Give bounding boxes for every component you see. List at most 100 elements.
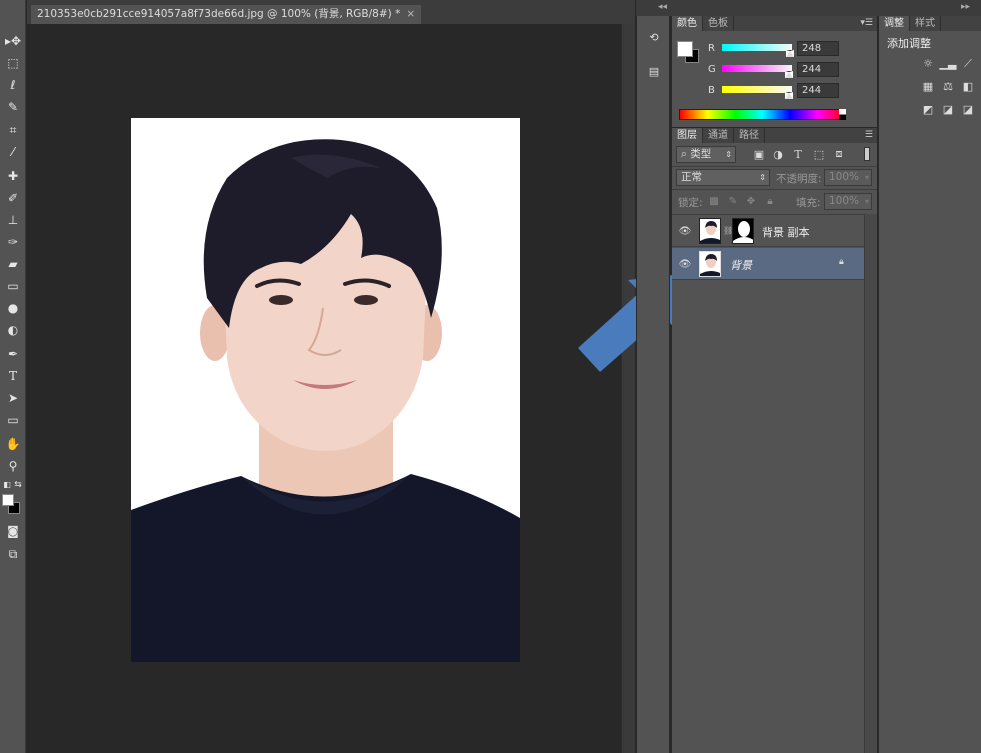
layers-scrollbar[interactable] xyxy=(864,214,877,753)
channel-value-input[interactable]: 244 xyxy=(797,83,839,98)
visibility-eye-icon[interactable]: 👁︎ xyxy=(678,224,692,238)
filter-toggle-switch[interactable] xyxy=(864,147,870,161)
channel-label: B xyxy=(708,85,715,96)
layer-row-background-copy[interactable]: 👁︎ ⛓ 背景 副本 xyxy=(672,215,864,247)
threshold-icon[interactable]: ◪ xyxy=(941,103,955,116)
path-select-tool-icon[interactable]: ➤ xyxy=(3,389,23,407)
blend-mode-value: 正常 xyxy=(681,171,702,183)
channel-slider-thumb[interactable] xyxy=(785,92,794,99)
lasso-tool-icon[interactable]: ℓ xyxy=(3,76,23,94)
color-spectrum-bar[interactable] xyxy=(679,109,846,120)
brush-tool-icon[interactable]: ✐ xyxy=(3,189,23,207)
adjustments-panel: 调整 样式 添加调整 ☼ ▁▃ ⟋ ▦ ⚖ ◧ ◩ ◪ ◪ xyxy=(878,16,981,753)
layer-mask-thumbnail[interactable] xyxy=(732,218,754,244)
channel-slider-thumb[interactable] xyxy=(785,71,794,78)
channel-slider-thumb[interactable] xyxy=(785,50,794,57)
properties-panel-icon[interactable]: ▤ xyxy=(645,62,663,80)
lock-pixels-icon[interactable]: ✎ xyxy=(726,194,740,208)
type-tool-icon[interactable]: T xyxy=(3,367,23,385)
tab-paths[interactable]: 路径 xyxy=(734,128,765,143)
document-title: 210353e0cb291cce914057a8f73de66d.jpg @ 1… xyxy=(37,8,401,20)
panel-menu-icon[interactable]: ▾☰ xyxy=(860,16,873,31)
dodge-tool-icon[interactable]: ◐ xyxy=(3,321,23,339)
tab-styles[interactable]: 样式 xyxy=(910,16,941,31)
adjustment-filter-icon[interactable]: ◑ xyxy=(771,147,785,161)
tab-adjustments[interactable]: 调整 xyxy=(879,16,910,31)
gradient-tool-icon[interactable]: ▭ xyxy=(3,277,23,295)
posterize-icon[interactable]: ◩ xyxy=(921,103,935,116)
expand-dock-icon[interactable]: ▸▸ xyxy=(961,2,970,12)
screen-mode-icon[interactable]: ⧉ xyxy=(3,545,23,563)
hue-saturation-icon[interactable]: ⚖ xyxy=(941,80,955,93)
close-icon[interactable]: × xyxy=(406,5,415,24)
healing-brush-tool-icon[interactable]: ✚ xyxy=(3,167,23,185)
clone-stamp-tool-icon[interactable]: ⊥ xyxy=(3,211,23,229)
eraser-tool-icon[interactable]: ▰ xyxy=(3,255,23,273)
brightness-contrast-icon[interactable]: ☼ xyxy=(921,57,935,70)
tab-color[interactable]: 颜色 xyxy=(672,16,703,31)
document-tab[interactable]: 210353e0cb291cce914057a8f73de66d.jpg @ 1… xyxy=(31,5,422,24)
vibrance-icon[interactable]: ▦ xyxy=(921,80,935,93)
panel-dock-header: ◂◂ ▸▸ xyxy=(636,0,981,16)
channel-slider-track[interactable] xyxy=(722,65,792,72)
portrait-photo xyxy=(131,118,520,662)
foreground-color-swatch[interactable] xyxy=(2,494,14,506)
lock-all-icon[interactable]: 🔒︎ xyxy=(763,194,777,208)
image-filter-icon[interactable]: ▣ xyxy=(752,147,766,161)
black-white-ramp[interactable] xyxy=(839,109,846,120)
levels-icon[interactable]: ▁▃ xyxy=(940,57,957,70)
quick-mask-icon[interactable]: ◙ xyxy=(3,522,23,540)
default-colors-icon[interactable]: ◧ xyxy=(2,476,12,494)
tab-layers[interactable]: 图层 xyxy=(672,128,703,143)
eyedropper-tool-icon[interactable]: ⁄ xyxy=(3,143,23,161)
tools-panel: ▸✥ ⬚ ℓ ✎ ⌗ ⁄ ✚ ✐ ⊥ ✑ ▰ ▭ ● ◐ ✒ T ➤ ▭ ✋ ⚲… xyxy=(0,0,26,753)
photoshop-window: ▸✥ ⬚ ℓ ✎ ⌗ ⁄ ✚ ✐ ⊥ ✑ ▰ ▭ ● ◐ ✒ T ➤ ▭ ✋ ⚲… xyxy=(0,0,981,753)
color-balance-icon[interactable]: ◧ xyxy=(961,80,975,93)
hand-tool-icon[interactable]: ✋ xyxy=(3,435,23,453)
shape-filter-icon[interactable]: ⬚ xyxy=(812,147,826,161)
lock-label: 锁定: xyxy=(678,197,703,209)
gradient-map-icon[interactable]: ◪ xyxy=(961,103,975,116)
layer-row-background[interactable]: 👁︎ 背景 🔒︎ xyxy=(672,248,864,280)
tab-channels[interactable]: 通道 xyxy=(703,128,734,143)
filter-type-label: 类型 xyxy=(690,148,712,160)
curves-icon[interactable]: ⟋ xyxy=(961,57,975,70)
crop-tool-icon[interactable]: ⌗ xyxy=(3,121,23,139)
type-filter-icon[interactable]: T xyxy=(791,147,805,161)
pen-tool-icon[interactable]: ✒ xyxy=(3,345,23,363)
history-panel-icon[interactable]: ⟲ xyxy=(645,28,663,46)
visibility-eye-icon[interactable]: 👁︎ xyxy=(678,257,692,271)
fill-input[interactable]: 100% ▾ xyxy=(824,193,872,210)
channel-value-input[interactable]: 244 xyxy=(797,62,839,77)
zoom-tool-icon[interactable]: ⚲ xyxy=(3,457,23,475)
channel-slider-track[interactable] xyxy=(722,44,792,51)
move-tool-icon[interactable]: ▸✥ xyxy=(3,32,23,50)
smart-object-filter-icon[interactable]: ⧈ xyxy=(832,147,846,161)
document-tab-bar: 210353e0cb291cce914057a8f73de66d.jpg @ 1… xyxy=(27,0,635,24)
collapse-dock-icon[interactable]: ◂◂ xyxy=(658,2,667,12)
channel-row-b: B 244 xyxy=(702,82,872,100)
swap-colors-icon[interactable]: ⇆ xyxy=(13,476,23,494)
layers-menu-icon[interactable]: ☰ xyxy=(865,128,873,143)
tab-swatches[interactable]: 色板 xyxy=(703,16,734,31)
channel-slider-track[interactable] xyxy=(722,86,792,93)
quick-select-tool-icon[interactable]: ✎ xyxy=(3,98,23,116)
lock-transparent-icon[interactable]: ▩ xyxy=(707,194,721,208)
search-icon: ⌕ xyxy=(681,148,687,160)
canvas-scrollbar[interactable] xyxy=(621,24,635,753)
channel-value-input[interactable]: 248 xyxy=(797,41,839,56)
layers-panel-tabs: 图层 通道 路径 xyxy=(672,128,877,143)
layer-filter-select[interactable]: ⌕ 类型 ⇕ xyxy=(676,146,736,163)
marquee-tool-icon[interactable]: ⬚ xyxy=(3,54,23,72)
fill-value: 100% xyxy=(829,195,860,207)
blur-tool-icon[interactable]: ● xyxy=(3,299,23,317)
opacity-input[interactable]: 100% ▾ xyxy=(824,169,872,186)
layer-name[interactable]: 背景 副本 xyxy=(762,224,810,240)
history-brush-tool-icon[interactable]: ✑ xyxy=(3,233,23,251)
layer-name[interactable]: 背景 xyxy=(730,257,752,273)
lock-position-icon[interactable]: ✥ xyxy=(744,194,758,208)
channel-row-r: R 248 xyxy=(702,40,872,58)
shape-tool-icon[interactable]: ▭ xyxy=(3,411,23,429)
blend-mode-select[interactable]: 正常 ⇕ xyxy=(676,169,770,186)
foreground-color-chip[interactable] xyxy=(677,41,693,57)
